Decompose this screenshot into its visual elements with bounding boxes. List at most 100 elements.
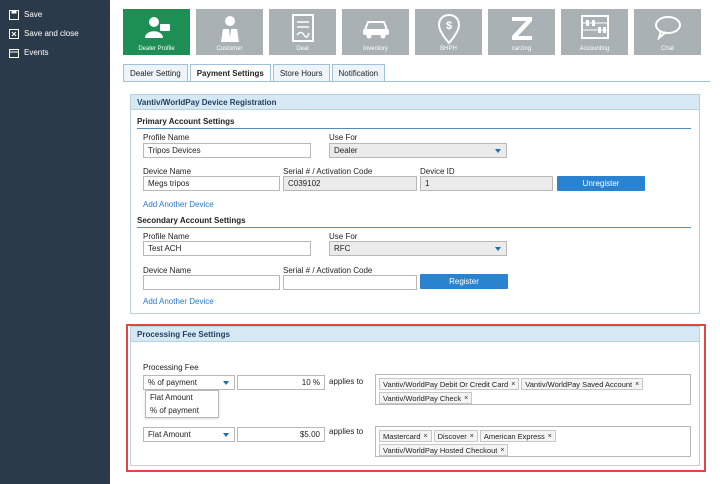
tag-text: Vantiv/WorldPay Debit Or Credit Card [383, 379, 509, 389]
secondary-account-title: Secondary Account Settings [137, 216, 246, 225]
applies-to-tags-1[interactable]: Vantiv/WorldPay Debit Or Credit Card × Va… [375, 374, 691, 405]
tag-mastercard: Mastercard × [379, 430, 432, 442]
tab-divider [123, 81, 710, 82]
tag-text: Vantiv/WorldPay Saved Account [525, 379, 633, 389]
primary-use-for-select[interactable]: Dealer [329, 143, 507, 158]
primary-device-id-input: 1 [420, 176, 553, 191]
settings-tabs: Dealer Setting Payment Settings Store Ho… [123, 64, 387, 81]
tile-label: Dealer Profile [138, 46, 175, 52]
tag-text: Vantiv/WorldPay Hosted Checkout [383, 445, 498, 455]
tag-text: Mastercard [383, 431, 421, 441]
tag-text: American Express [483, 431, 545, 441]
carzing-logo-icon [511, 17, 532, 40]
close-icon[interactable]: × [470, 433, 474, 440]
primary-profile-name-input[interactable]: Tripos Devices [143, 143, 311, 158]
fee-amount-input-1[interactable]: 10 % [237, 375, 325, 390]
events-button[interactable]: Events [0, 43, 110, 62]
tag-hosted-checkout: Vantiv/WorldPay Hosted Checkout × [379, 444, 509, 456]
close-icon[interactable]: × [635, 381, 639, 388]
tile-dealer-profile[interactable]: Dealer Profile [123, 9, 190, 55]
save-and-close-label: Save and close [24, 29, 79, 38]
tag-debit-credit: Vantiv/WorldPay Debit Or Credit Card × [379, 378, 520, 390]
tab-payment-settings[interactable]: Payment Settings [189, 64, 271, 81]
unregister-button[interactable]: Unregister [557, 176, 645, 191]
tab-store-hours[interactable]: Store Hours [272, 64, 330, 81]
chevron-down-icon [495, 149, 501, 153]
tile-chat[interactable]: Chat [634, 9, 701, 55]
tile-accounting[interactable]: Accounting [561, 9, 628, 55]
save-icon [8, 9, 19, 20]
tab-dealer-setting[interactable]: Dealer Setting [123, 64, 188, 81]
fee-type-select-2[interactable]: Flat Amount [143, 427, 235, 442]
secondary-profile-name-input[interactable]: Test ACH [143, 241, 311, 256]
tile-carzing[interactable]: carzing [488, 9, 555, 55]
tag-text: Vantiv/WorldPay Check [383, 393, 462, 403]
tile-label: BHPH [440, 46, 457, 52]
abacus-icon [580, 15, 609, 39]
primary-profile-name-label: Profile Name [143, 133, 190, 142]
tile-label: Customer [216, 46, 243, 52]
close-icon[interactable]: × [511, 381, 515, 388]
fee-type-value-2: Flat Amount [148, 430, 191, 439]
close-icon[interactable]: × [500, 447, 504, 454]
applies-to-label-1: applies to [329, 377, 364, 386]
tile-label: Accounting [579, 46, 610, 52]
customer-icon [220, 16, 239, 42]
tile-label: Chat [661, 46, 674, 52]
applies-to-tags-2[interactable]: Mastercard × Discover × American Express × … [375, 426, 691, 457]
tile-bhph[interactable]: $ BHPH [415, 9, 482, 55]
close-icon[interactable]: × [548, 433, 552, 440]
secondary-device-name-input[interactable] [143, 275, 280, 290]
secondary-serial-label: Serial # / Activation Code [283, 266, 373, 275]
primary-serial-input: C039102 [283, 176, 417, 191]
save-label: Save [24, 10, 43, 19]
dollar-pin-icon: $ [437, 14, 460, 44]
fee-amount-input-2[interactable]: $5.00 [237, 427, 325, 442]
tile-deal[interactable]: Deal [269, 9, 336, 55]
secondary-serial-input[interactable] [283, 275, 417, 290]
events-icon [8, 47, 19, 58]
tag-text: Discover [437, 431, 467, 441]
tile-customer[interactable]: Customer [196, 9, 263, 55]
tag-saved-account: Vantiv/WorldPay Saved Account × [521, 378, 644, 390]
save-close-icon [8, 28, 19, 39]
processing-fee-label: Processing Fee [143, 363, 199, 372]
dropdown-option-percent[interactable]: % of payment [146, 404, 218, 417]
tag-discover: Discover × [433, 430, 478, 442]
tile-inventory[interactable]: Inventory [342, 9, 409, 55]
sidebar: Save Save and close Events [0, 0, 110, 484]
primary-device-id-label: Device ID [420, 167, 455, 176]
primary-use-for-value: Dealer [334, 146, 358, 155]
register-button[interactable]: Register [420, 274, 508, 289]
secondary-use-for-select[interactable]: RFC [329, 241, 507, 256]
primary-section-rule [137, 128, 691, 129]
chat-icon [654, 16, 681, 40]
device-registration-title: Vantiv/WorldPay Device Registration [131, 95, 699, 110]
secondary-profile-name-label: Profile Name [143, 232, 190, 241]
primary-device-name-input[interactable]: Megs tripos [143, 176, 280, 191]
tag-american-express: American Express × [479, 430, 556, 442]
save-button[interactable]: Save [0, 5, 110, 24]
fee-type-select-1[interactable]: % of payment [143, 375, 235, 390]
secondary-section-rule [137, 227, 691, 228]
car-icon [362, 21, 389, 39]
tile-label: Inventory [363, 46, 388, 52]
close-icon[interactable]: × [464, 395, 468, 402]
primary-use-for-label: Use For [329, 133, 358, 142]
events-label: Events [24, 48, 49, 57]
module-icon-bar: Dealer Profile Customer Deal Inventory $… [123, 9, 707, 55]
dealer-profile-icon [144, 17, 170, 38]
chevron-down-icon [223, 381, 229, 385]
save-and-close-button[interactable]: Save and close [0, 24, 110, 43]
fee-type-dropdown: Flat Amount % of payment [145, 390, 219, 418]
dropdown-option-flat-amount[interactable]: Flat Amount [146, 391, 218, 404]
close-icon[interactable]: × [424, 433, 428, 440]
applies-to-label-2: applies to [329, 427, 364, 436]
primary-add-device-link[interactable]: Add Another Device [143, 200, 214, 209]
fee-type-value-1: % of payment [148, 378, 197, 387]
primary-account-title: Primary Account Settings [137, 117, 235, 126]
secondary-add-device-link[interactable]: Add Another Device [143, 297, 214, 306]
processing-fee-panel: Processing Fee Settings Processing Fee %… [130, 326, 700, 466]
tab-notification[interactable]: Notification [331, 64, 386, 81]
secondary-device-name-label: Device Name [143, 266, 192, 275]
